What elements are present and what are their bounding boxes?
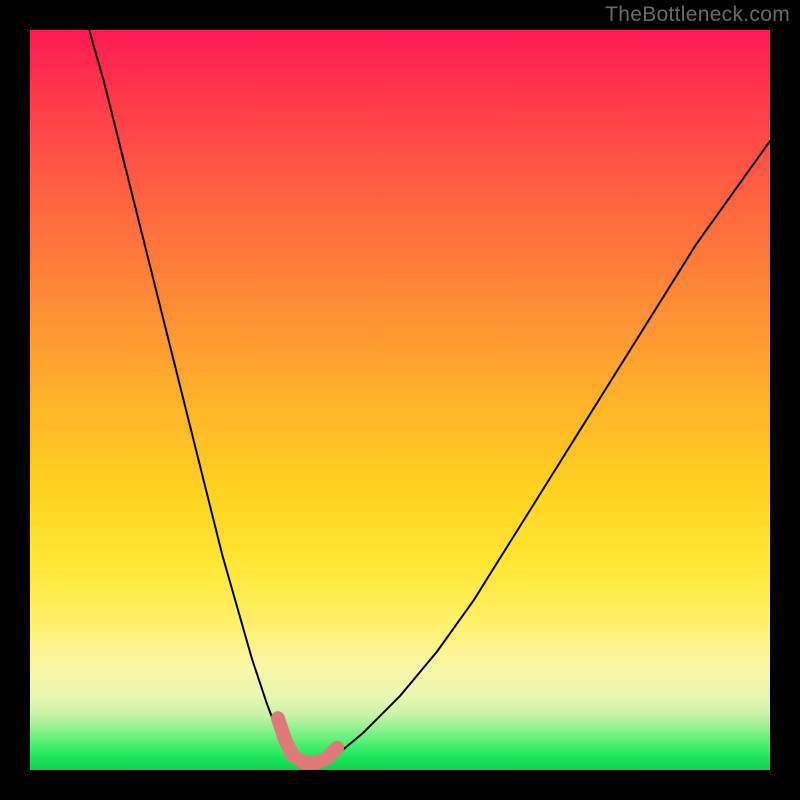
bottleneck-curve-path (89, 30, 770, 766)
highlight-segment-path (278, 718, 337, 762)
watermark-text: TheBottleneck.com (605, 3, 790, 27)
chart-frame: TheBottleneck.com (0, 0, 800, 800)
plot-area (30, 30, 770, 770)
chart-svg (30, 30, 770, 770)
